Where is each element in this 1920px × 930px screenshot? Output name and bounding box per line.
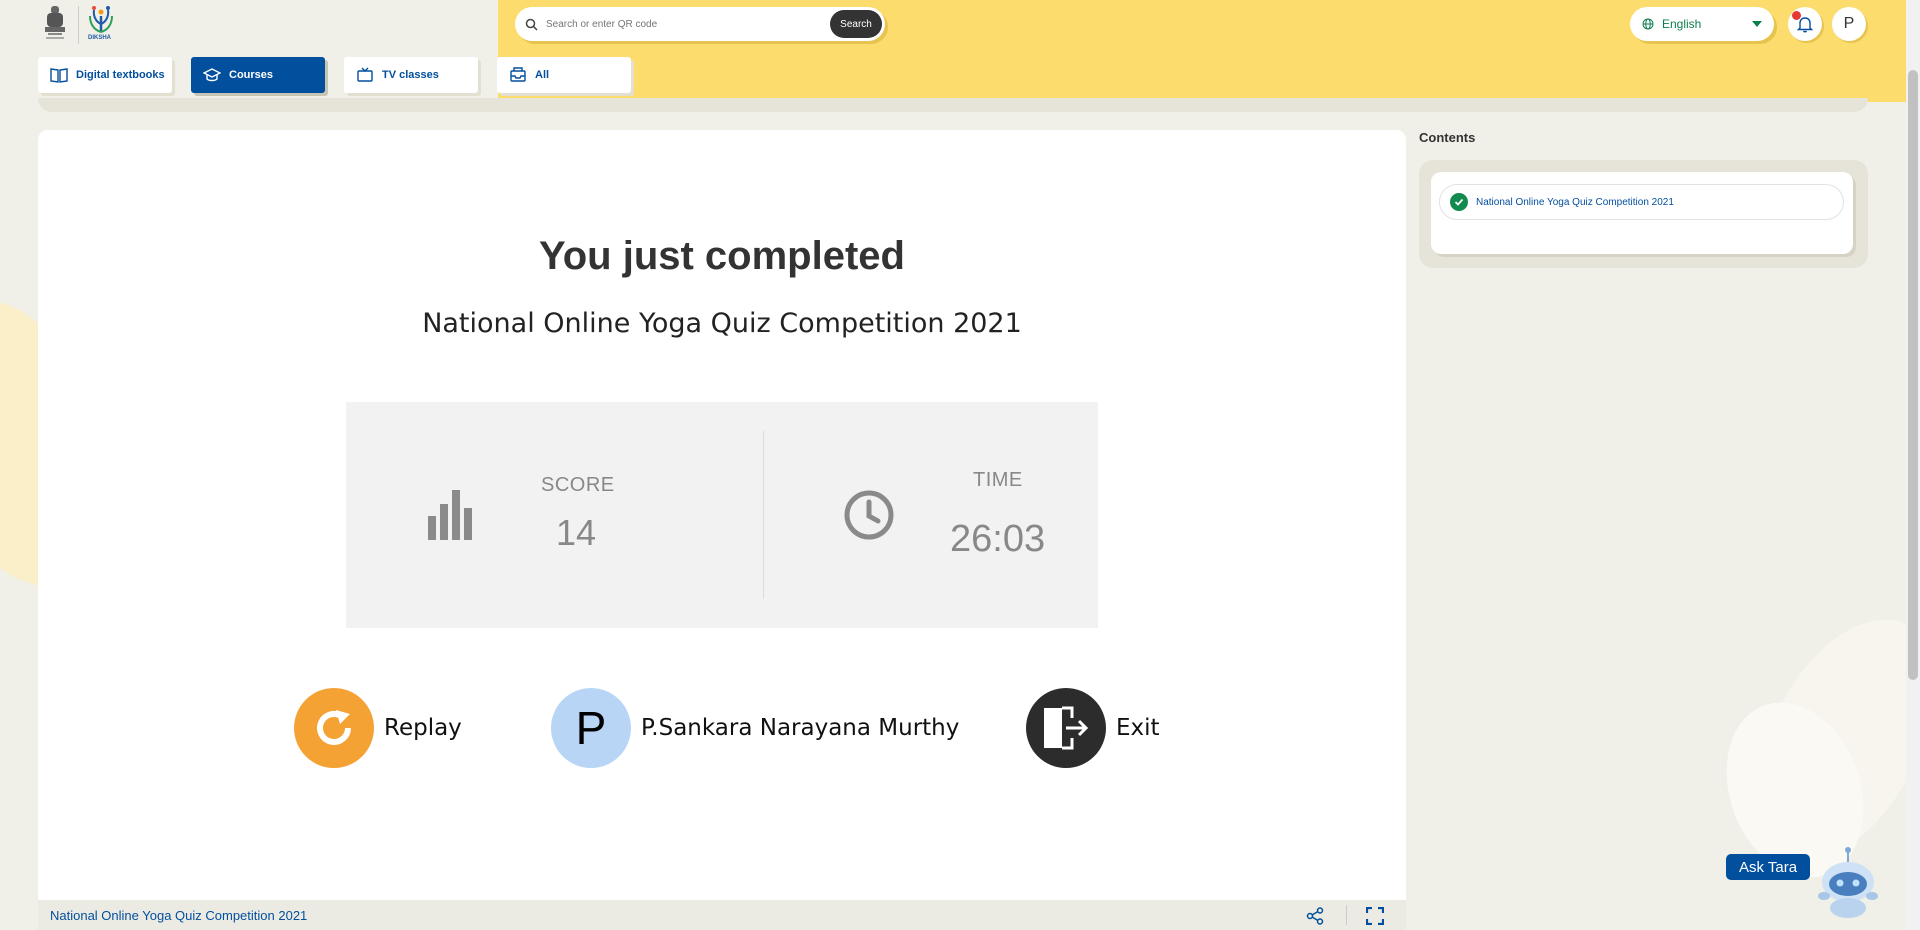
- language-select[interactable]: English: [1630, 7, 1774, 41]
- graduation-cap-icon: [203, 68, 221, 82]
- logo-divider: [78, 6, 79, 44]
- completion-heading: You just completed: [539, 234, 905, 278]
- tab-label: Courses: [229, 69, 274, 81]
- clock-icon: [844, 490, 894, 540]
- share-icon[interactable]: [1306, 907, 1324, 925]
- tab-all[interactable]: All: [497, 57, 631, 93]
- user-name: P.Sankara Narayana Murthy: [641, 715, 960, 741]
- score-value: 14: [556, 512, 597, 553]
- fullscreen-icon[interactable]: [1366, 907, 1384, 925]
- replay-label: Replay: [384, 715, 462, 741]
- exit-label: Exit: [1116, 715, 1160, 741]
- book-icon: [50, 68, 68, 83]
- notification-dot: [1792, 11, 1801, 20]
- profile-avatar[interactable]: P: [1832, 7, 1866, 41]
- exit-icon: [1026, 688, 1106, 768]
- footer-content-title: National Online Yoga Quiz Competition 20…: [50, 907, 308, 923]
- search-button[interactable]: Search: [830, 10, 882, 38]
- content-player: You just completed National Online Yoga …: [38, 130, 1406, 930]
- tab-label: All: [535, 69, 550, 81]
- user-avatar: P: [551, 688, 631, 768]
- bar-chart-icon: [428, 490, 472, 540]
- contents-item-label: National Online Yoga Quiz Competition 20…: [1476, 196, 1674, 208]
- ask-tara-button[interactable]: Ask Tara: [1726, 854, 1810, 880]
- chevron-down-icon: [1752, 21, 1762, 27]
- contents-panel: National Online Yoga Quiz Competition 20…: [1419, 160, 1868, 268]
- replay-button[interactable]: Replay: [294, 688, 462, 768]
- robot-icon[interactable]: [1812, 846, 1882, 926]
- footer-divider: [1346, 905, 1347, 925]
- search-icon: [525, 18, 538, 31]
- time-value: 26:03: [950, 518, 1046, 560]
- inbox-icon: [510, 67, 526, 82]
- scrollbar-thumb[interactable]: [1908, 70, 1918, 680]
- user-info: P P.Sankara Narayana Murthy: [551, 688, 959, 768]
- contents-item[interactable]: National Online Yoga Quiz Competition 20…: [1439, 184, 1844, 220]
- tab-tv-classes[interactable]: TV classes: [344, 57, 478, 93]
- tv-icon: [357, 67, 373, 82]
- scrollbar-track[interactable]: [1906, 0, 1920, 930]
- score-label: SCORE: [541, 474, 615, 496]
- tab-digital-textbooks[interactable]: Digital textbooks: [38, 57, 172, 93]
- national-emblem-icon[interactable]: [42, 4, 68, 44]
- result-summary: SCORE 14 TIME 26:03: [346, 402, 1098, 628]
- contents-heading: Contents: [1419, 130, 1476, 145]
- replay-icon: [294, 688, 374, 768]
- stats-divider: [763, 431, 764, 599]
- tab-label: Digital textbooks: [76, 69, 165, 81]
- tab-label: TV classes: [382, 69, 439, 81]
- contents-list: National Online Yoga Quiz Competition 20…: [1431, 172, 1853, 254]
- player-footer: National Online Yoga Quiz Competition 20…: [38, 900, 1406, 930]
- globe-icon: [1642, 18, 1654, 30]
- notification-button[interactable]: [1788, 7, 1822, 41]
- check-icon: [1450, 193, 1468, 211]
- exit-button[interactable]: Exit: [1026, 688, 1160, 768]
- search-bar: Search: [515, 7, 885, 41]
- logo-text: DIKSHA: [88, 35, 112, 41]
- tab-courses[interactable]: Courses: [191, 57, 325, 93]
- time-label: TIME: [973, 469, 1023, 491]
- header-strip: [38, 98, 1868, 112]
- content-title: National Online Yoga Quiz Competition 20…: [422, 308, 1022, 339]
- search-input[interactable]: [538, 18, 830, 30]
- language-value: English: [1662, 17, 1702, 31]
